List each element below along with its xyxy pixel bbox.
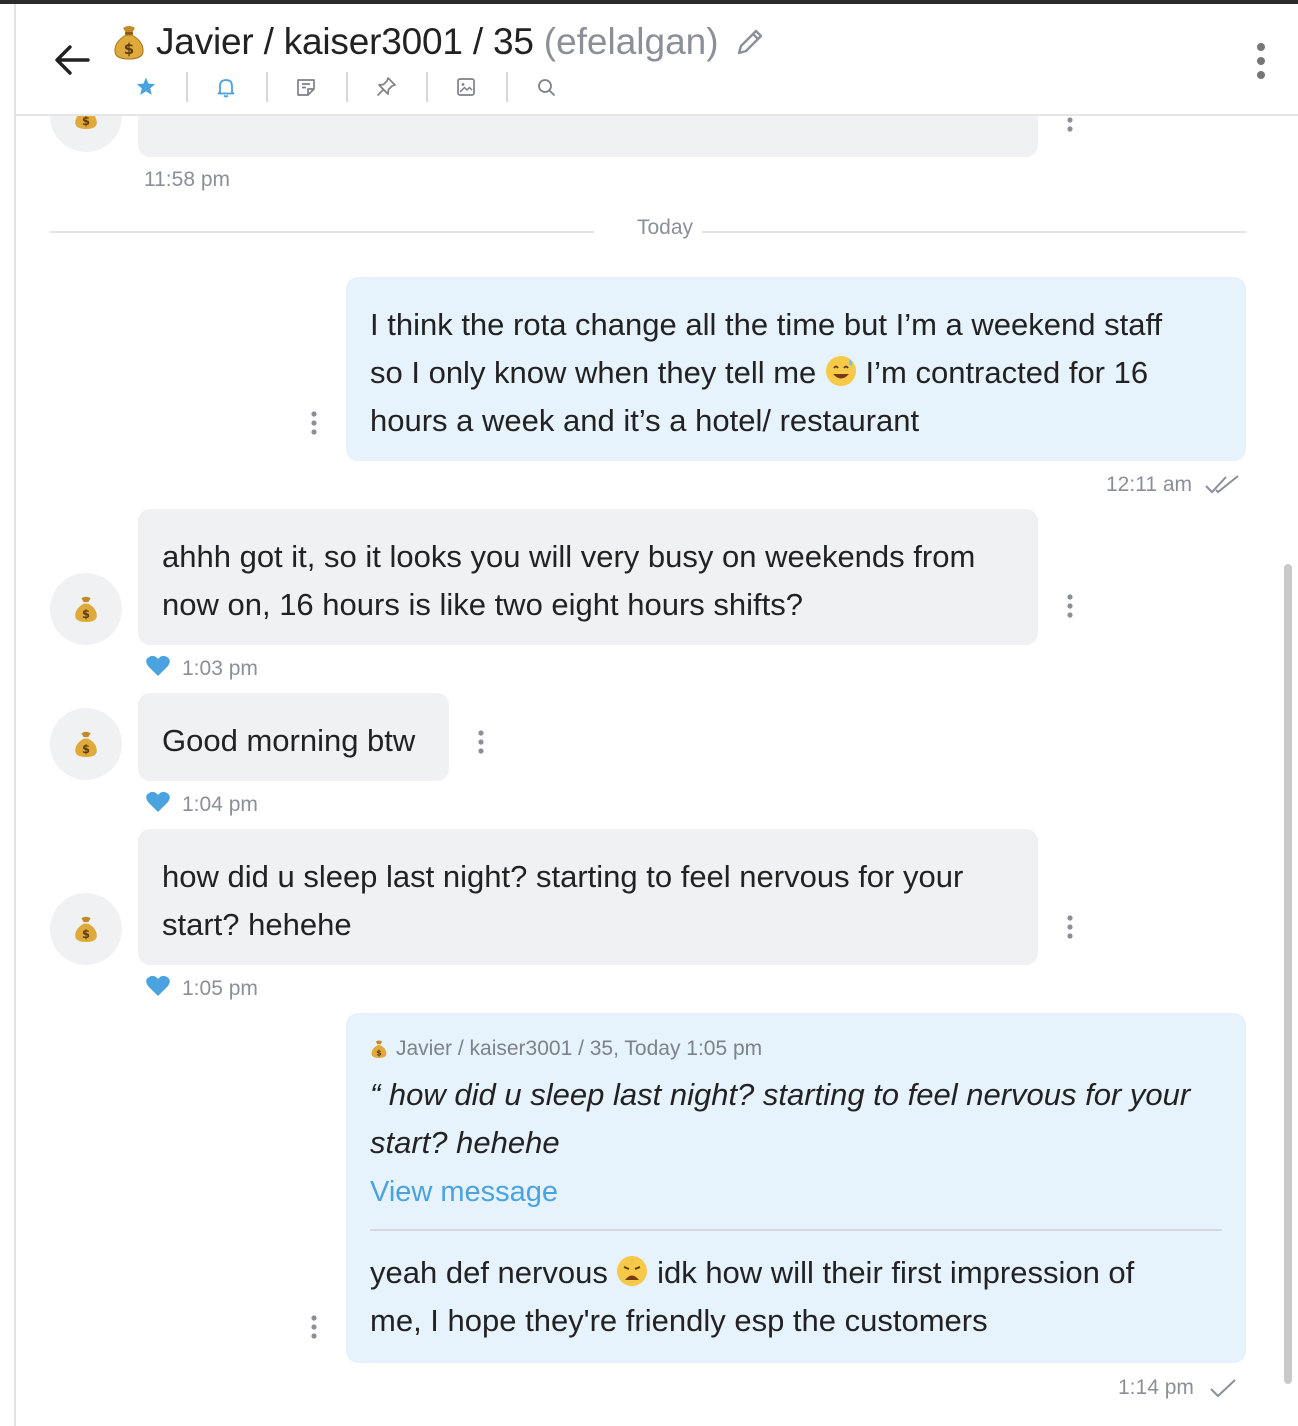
heart-like-icon[interactable] (145, 974, 171, 998)
message-text-line: ahhh got it, so it looks you will very b… (162, 539, 976, 574)
quoted-message-header: $ Javier / kaiser3001 / 35, Today 1:05 p… (370, 1035, 1222, 1063)
message-text-line: start? hehehe (162, 907, 352, 942)
chat-alias: (efelalgan) (543, 21, 719, 62)
divider-line-left (50, 231, 594, 233)
message-time: 1:05 pm (182, 977, 258, 1000)
quote-separator (370, 1229, 1222, 1231)
more-options-icon[interactable] (1254, 42, 1268, 80)
money-bag-icon: $ (114, 26, 144, 60)
message-bubble-clipped[interactable] (138, 116, 1038, 157)
message-list[interactable]: $ 11:58 pm Today I think the rota change… (16, 116, 1298, 1426)
money-bag-icon: $ (75, 596, 97, 622)
contact-avatar[interactable]: $ (50, 116, 122, 152)
svg-text:$: $ (82, 742, 90, 756)
single-check-sent-icon (1210, 1379, 1236, 1398)
message-time: 12:11 am (1106, 473, 1192, 496)
view-message-link[interactable]: View message (370, 1169, 558, 1215)
svg-text:$: $ (124, 40, 134, 58)
weary-face-emoji-icon (617, 1256, 648, 1286)
quoted-text-line: start? hehehe (370, 1125, 560, 1160)
message-options-icon[interactable] (309, 1314, 319, 1344)
chat-toolbar (106, 68, 586, 106)
message-options-icon[interactable] (1065, 914, 1075, 944)
message-time: 11:58 pm (144, 168, 230, 191)
divider-line-right (702, 231, 1246, 233)
money-bag-icon: $ (371, 1040, 387, 1058)
message-time: 1:03 pm (182, 657, 258, 680)
money-bag-icon: $ (75, 116, 97, 129)
svg-text:$: $ (376, 1048, 382, 1057)
message-text-line: so I only know when they tell me I’m con… (370, 355, 1149, 390)
contact-avatar[interactable]: $ (50, 708, 122, 780)
message-options-icon[interactable] (476, 729, 486, 759)
message-text-line: how did u sleep last night? starting to … (162, 859, 964, 894)
back-arrow-icon[interactable] (50, 38, 94, 82)
message-text-line: hours a week and it’s a hotel/ restauran… (370, 403, 920, 438)
svg-text:$: $ (82, 607, 90, 621)
message-text-line: now on, 16 hours is like two eight hours… (162, 587, 804, 622)
bell-icon[interactable] (186, 68, 266, 106)
heart-like-icon[interactable] (145, 790, 171, 814)
pin-icon[interactable] (346, 68, 426, 106)
chat-title-row: $ Javier / kaiser3001 / 35 (efelalgan) (112, 16, 767, 68)
money-bag-icon: $ (75, 731, 97, 757)
double-check-read-icon (1205, 475, 1239, 494)
message-options-icon[interactable] (1065, 116, 1075, 146)
message-bubble-outgoing-reply[interactable]: $ Javier / kaiser3001 / 35, Today 1:05 p… (346, 1013, 1246, 1363)
svg-text:$: $ (82, 927, 90, 941)
star-icon[interactable] (106, 68, 186, 106)
contact-avatar[interactable]: $ (50, 573, 122, 645)
quoted-message: $ Javier / kaiser3001 / 35, Today 1:05 p… (370, 1035, 1222, 1215)
chat-header: $ Javier / kaiser3001 / 35 (efelalgan) (16, 4, 1298, 116)
message-bubble-incoming[interactable]: Good morning btw (138, 693, 449, 781)
message-text-line: yeah def nervous idk how will their firs… (370, 1255, 1135, 1290)
scrollbar-thumb[interactable] (1284, 564, 1292, 1384)
message-options-icon[interactable] (1065, 593, 1075, 623)
chat-title: Javier / kaiser3001 / 35 (156, 21, 534, 62)
message-text-line: I think the rota change all the time but… (370, 307, 1163, 342)
image-icon[interactable] (426, 68, 506, 106)
note-icon[interactable] (266, 68, 346, 106)
message-bubble-incoming[interactable]: how did u sleep last night? starting to … (138, 829, 1038, 965)
money-bag-icon: $ (75, 916, 97, 942)
message-text-line: Good morning btw (162, 723, 416, 758)
date-divider-label: Today (636, 216, 694, 239)
contact-avatar[interactable]: $ (50, 893, 122, 965)
heart-like-icon[interactable] (145, 654, 171, 678)
grinning-sweat-emoji-icon (825, 356, 856, 386)
svg-text:$: $ (82, 116, 90, 128)
message-text-line: me, I hope they're friendly esp the cust… (370, 1303, 988, 1338)
message-bubble-incoming[interactable]: ahhh got it, so it looks you will very b… (138, 509, 1038, 645)
message-bubble-outgoing[interactable]: I think the rota change all the time but… (346, 277, 1246, 461)
message-options-icon[interactable] (309, 410, 319, 440)
message-time: 1:14 pm (1118, 1376, 1194, 1399)
message-time: 1:04 pm (182, 793, 258, 816)
quoted-text-line: “ how did u sleep last night? starting t… (370, 1077, 1191, 1112)
chat-window: $ Javier / kaiser3001 / 35 (efelalgan) $… (14, 4, 1298, 1426)
edit-pencil-icon[interactable] (733, 25, 767, 59)
search-icon[interactable] (506, 68, 586, 106)
